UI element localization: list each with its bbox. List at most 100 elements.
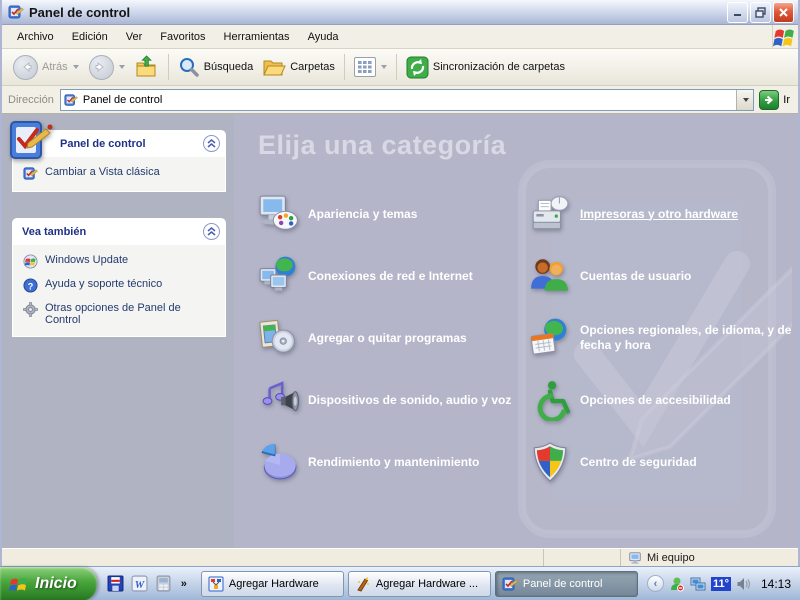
forward-button[interactable] xyxy=(84,52,130,83)
forward-dropdown-icon[interactable] xyxy=(119,65,125,69)
sidebar-item-label: Cambiar a Vista clásica xyxy=(45,166,160,178)
category-sounds-audio[interactable]: Dispositivos de sonido, audio y voz xyxy=(256,369,528,431)
go-button[interactable]: Ir xyxy=(759,90,794,110)
category-regional-options[interactable]: Opciones regionales, de idioma, y de fec… xyxy=(528,307,798,369)
task-agregar-hardware-2[interactable]: Agregar Hardware ... xyxy=(348,571,491,597)
back-button[interactable]: Atrás xyxy=(8,52,84,83)
address-bar: Dirección Panel de control Ir xyxy=(2,86,798,114)
svg-text:?: ? xyxy=(28,281,34,291)
back-dropdown-icon[interactable] xyxy=(73,65,79,69)
category-label: Opciones regionales, de idioma, y de fec… xyxy=(580,323,798,353)
taskbar: Inicio W » Agregar Hardware Agregar Hard… xyxy=(0,566,800,600)
explorer-window: Panel de control Archivo Edición Ver Fav… xyxy=(0,0,800,566)
printers-hardware-icon xyxy=(528,193,572,235)
up-button[interactable] xyxy=(130,52,164,82)
address-dropdown-button[interactable] xyxy=(736,90,753,110)
menu-archivo[interactable]: Archivo xyxy=(8,27,63,47)
task-agregar-hardware[interactable]: Agregar Hardware xyxy=(201,571,344,597)
folders-label: Carpetas xyxy=(290,61,335,73)
title-bar: Panel de control xyxy=(2,0,798,25)
quick-launch-bar: W » xyxy=(97,575,195,592)
address-input[interactable]: Panel de control xyxy=(60,89,754,111)
sync-folders-button[interactable]: Sincronización de carpetas xyxy=(401,53,570,82)
sync-icon xyxy=(406,56,429,79)
sidebar: Panel de control Cambiar a Vista clásica… xyxy=(2,114,234,548)
chevron-up-icon[interactable] xyxy=(203,135,220,152)
views-dropdown-icon[interactable] xyxy=(381,65,387,69)
category-user-accounts[interactable]: Cuentas de usuario xyxy=(528,245,798,307)
sidebar-item-windows-update[interactable]: Windows Update xyxy=(23,254,217,269)
menu-favoritos[interactable]: Favoritos xyxy=(151,27,214,47)
task-panel-de-control[interactable]: Panel de control xyxy=(495,571,638,597)
menu-herramientas[interactable]: Herramientas xyxy=(215,27,299,47)
tray-collapse-chevron[interactable]: ‹ xyxy=(647,575,664,592)
panel-title: Vea también xyxy=(22,226,203,238)
status-section-middle xyxy=(543,549,620,566)
hardware-wizard-icon xyxy=(208,576,224,592)
start-button[interactable]: Inicio xyxy=(0,567,97,600)
sidebar-item-other-options[interactable]: Otras opciones de Panel de Control xyxy=(23,302,217,326)
address-label: Dirección xyxy=(8,94,54,106)
main-area: Elija una categoría Apariencia y temas I… xyxy=(234,114,798,548)
folders-icon xyxy=(263,57,286,77)
up-folder-icon xyxy=(135,55,159,79)
category-grid: Apariencia y temas Impresoras y otro har… xyxy=(256,183,798,493)
task-label: Panel de control xyxy=(523,578,603,590)
task-label: Agregar Hardware xyxy=(229,578,319,590)
start-label: Inicio xyxy=(35,575,77,593)
taskbar-clock[interactable]: 14:13 xyxy=(761,577,791,591)
task-label: Agregar Hardware ... xyxy=(376,578,478,590)
category-network-internet[interactable]: Conexiones de red e Internet xyxy=(256,245,528,307)
category-label: Impresoras y otro hardware xyxy=(580,207,738,222)
volume-icon[interactable] xyxy=(736,576,752,592)
quick-launch-overflow-chevron[interactable]: » xyxy=(181,578,187,590)
restore-button[interactable] xyxy=(750,2,771,23)
menu-bar: Archivo Edición Ver Favoritos Herramient… xyxy=(2,25,798,49)
category-label: Conexiones de red e Internet xyxy=(308,269,473,284)
category-security-center[interactable]: Centro de seguridad xyxy=(528,431,798,493)
category-accessibility[interactable]: Opciones de accesibilidad xyxy=(528,369,798,431)
sidebar-item-classic-view[interactable]: Cambiar a Vista clásica xyxy=(23,166,217,181)
folders-button[interactable]: Carpetas xyxy=(258,54,340,80)
close-button[interactable] xyxy=(773,2,794,23)
go-label: Ir xyxy=(783,94,790,106)
minimize-button[interactable] xyxy=(727,2,748,23)
control-panel-icon xyxy=(23,166,38,181)
word-icon[interactable]: W xyxy=(131,575,148,592)
messenger-icon[interactable] xyxy=(669,576,685,592)
screen: Panel de control Archivo Edición Ver Fav… xyxy=(0,0,800,600)
weather-temperature-badge[interactable]: 11° xyxy=(711,577,731,591)
category-printers-hardware[interactable]: Impresoras y otro hardware xyxy=(528,183,798,245)
sidebar-panel-control-panel: Panel de control Cambiar a Vista clásica xyxy=(12,130,226,192)
sync-label: Sincronización de carpetas xyxy=(433,61,565,73)
chevron-up-icon[interactable] xyxy=(203,223,220,240)
network-internet-icon xyxy=(256,255,300,297)
wizard-icon xyxy=(355,576,371,592)
network-icon[interactable] xyxy=(690,576,706,592)
search-icon xyxy=(178,56,200,78)
category-add-remove-programs[interactable]: Agregar o quitar programas xyxy=(256,307,528,369)
category-appearance-themes[interactable]: Apariencia y temas xyxy=(256,183,528,245)
search-button[interactable]: Búsqueda xyxy=(173,53,259,81)
back-icon xyxy=(13,55,38,80)
system-tray: ‹ 11° 14:13 xyxy=(643,575,800,592)
category-label: Agregar o quitar programas xyxy=(308,331,467,346)
app-icon[interactable] xyxy=(155,575,172,592)
svg-text:W: W xyxy=(135,580,146,591)
category-label: Cuentas de usuario xyxy=(580,269,691,284)
menu-edicion[interactable]: Edición xyxy=(63,27,117,47)
panel-header: Vea también xyxy=(12,218,226,245)
control-panel-icon xyxy=(64,93,78,107)
category-performance-maintenance[interactable]: Rendimiento y mantenimiento xyxy=(256,431,528,493)
accessibility-icon xyxy=(528,379,572,421)
menu-ver[interactable]: Ver xyxy=(117,27,152,47)
views-icon xyxy=(354,57,376,77)
regional-options-icon xyxy=(528,317,572,359)
sidebar-item-label: Otras opciones de Panel de Control xyxy=(45,302,217,326)
views-button[interactable] xyxy=(349,54,392,80)
forward-icon xyxy=(89,55,114,80)
appearance-themes-icon xyxy=(256,193,300,235)
sidebar-item-help-support[interactable]: ? Ayuda y soporte técnico xyxy=(23,278,217,293)
save-icon[interactable] xyxy=(107,575,124,592)
menu-ayuda[interactable]: Ayuda xyxy=(299,27,348,47)
